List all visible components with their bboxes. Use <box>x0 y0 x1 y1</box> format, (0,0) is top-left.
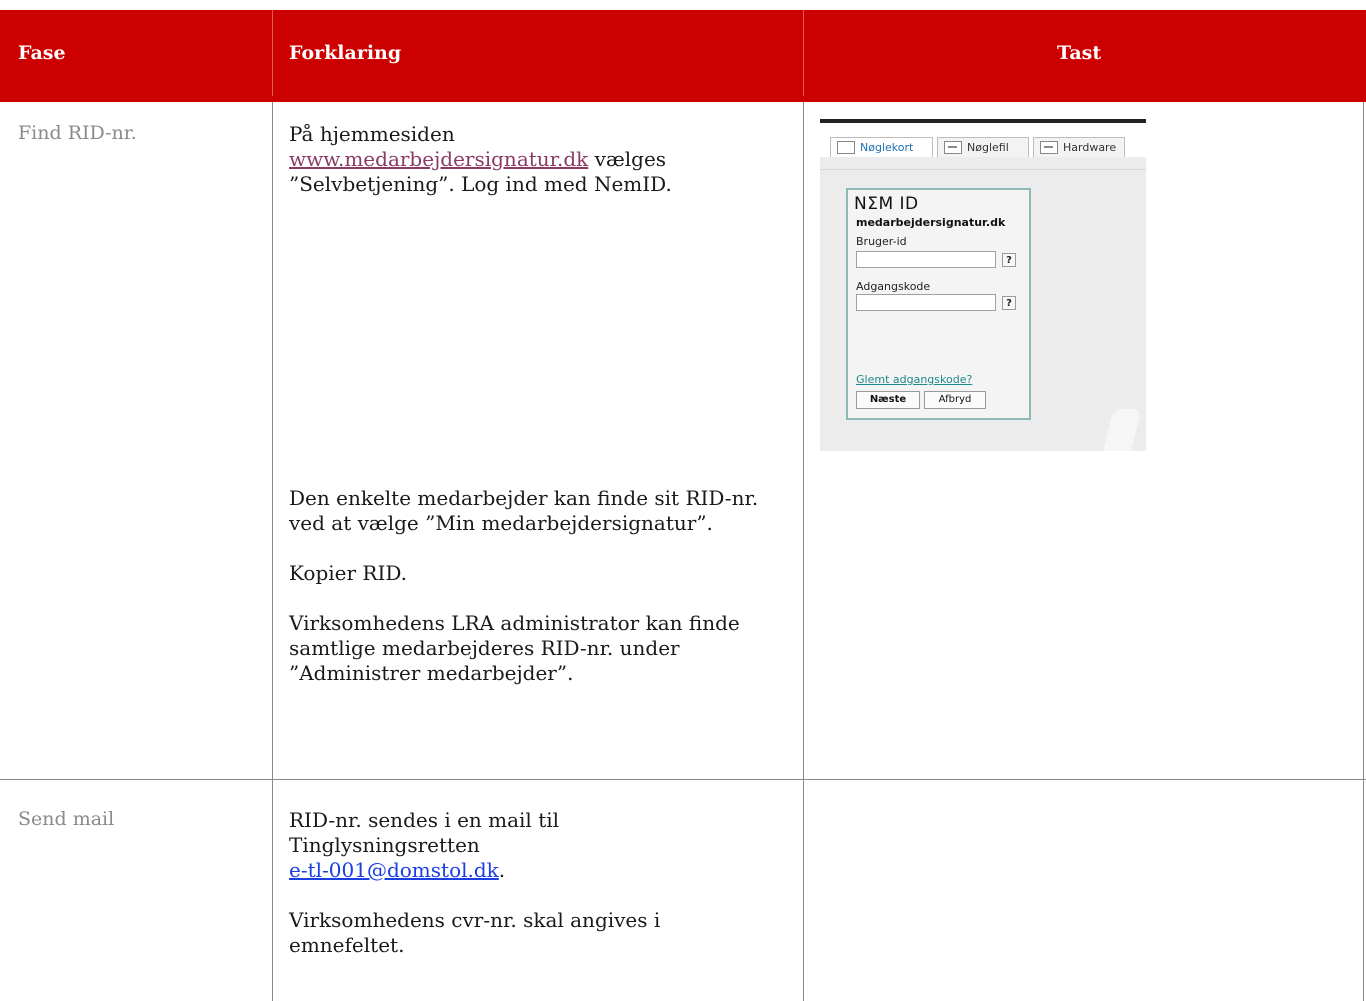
header-fase: Fase <box>18 42 66 64</box>
mail-text: RID-nr. sendes i en mail til Tinglysning… <box>289 808 560 857</box>
header-divider <box>803 10 804 96</box>
nemid-login-screenshot: Nøglekort Nøglefil Hardware NΣM ID medar… <box>820 119 1146 451</box>
email-link[interactable]: e-tl-001@domstol.dk <box>289 858 499 882</box>
forgot-password-link[interactable]: Glemt adgangskode? <box>856 373 972 386</box>
user-id-field[interactable] <box>856 251 996 268</box>
period: . <box>498 858 506 882</box>
header-divider <box>272 10 273 96</box>
fase-send-mail: Send mail <box>18 808 115 830</box>
header-bottom-rule <box>0 96 1366 102</box>
explanation-find-rid: På hjemmesiden www.medarbejdersignatur.d… <box>289 122 789 197</box>
step-text: Kopier RID. <box>289 561 408 585</box>
hardware-key-icon <box>1040 141 1058 154</box>
tab-noglefil[interactable]: Nøglefil <box>937 137 1029 157</box>
password-help-button[interactable]: ? <box>1002 296 1016 310</box>
explanation-send-mail: RID-nr. sendes i en mail til Tinglysning… <box>289 808 709 958</box>
site-name: medarbejdersignatur.dk <box>856 216 1006 229</box>
row-divider <box>0 779 1366 780</box>
header-forklaring: Forklaring <box>289 42 402 64</box>
fase-find-rid: Find RID-nr. <box>18 122 137 144</box>
intro-text: På hjemmesiden <box>289 122 455 146</box>
column-divider <box>803 102 804 1001</box>
table-header: Fase Forklaring Tast <box>0 10 1366 96</box>
intro-text-end: ”Selvbetjening”. Log ind med NemID. <box>289 172 672 196</box>
tab-label: Nøglekort <box>860 141 914 154</box>
explanation-find-rid-steps: Den enkelte medarbejder kan finde sit RI… <box>289 486 769 686</box>
column-divider <box>272 102 273 1001</box>
nemid-login-box: NΣM ID medarbejdersignatur.dk Bruger-id … <box>846 188 1031 420</box>
divider <box>820 169 1146 170</box>
user-id-help-button[interactable]: ? <box>1002 253 1016 267</box>
tab-noglekort[interactable]: Nøglekort <box>830 137 933 157</box>
tab-label: Nøglefil <box>967 141 1009 154</box>
card-icon <box>837 141 855 154</box>
password-field[interactable] <box>856 294 996 311</box>
cvr-text: Virksomhedens cvr-nr. skal angives i emn… <box>289 908 661 957</box>
intro-text-mid: vælges <box>588 147 667 171</box>
user-id-label: Bruger-id <box>856 235 907 248</box>
nemid-logo: NΣM ID <box>854 194 919 214</box>
step-text: Virksomhedens LRA administrator kan find… <box>289 611 740 685</box>
cancel-button[interactable]: Afbryd <box>924 391 986 409</box>
tab-bar: Nøglekort Nøglefil Hardware <box>820 123 1146 157</box>
tab-hardware[interactable]: Hardware <box>1033 137 1125 157</box>
next-button[interactable]: Næste <box>856 391 920 409</box>
key-file-icon <box>944 141 962 154</box>
header-tast: Tast <box>1057 42 1102 64</box>
tab-label: Hardware <box>1063 141 1117 154</box>
password-label: Adgangskode <box>856 280 931 293</box>
medarbejdersignatur-link[interactable]: www.medarbejdersignatur.dk <box>289 147 588 171</box>
table-right-border <box>1363 102 1364 1001</box>
step-text: Den enkelte medarbejder kan finde sit RI… <box>289 486 759 535</box>
